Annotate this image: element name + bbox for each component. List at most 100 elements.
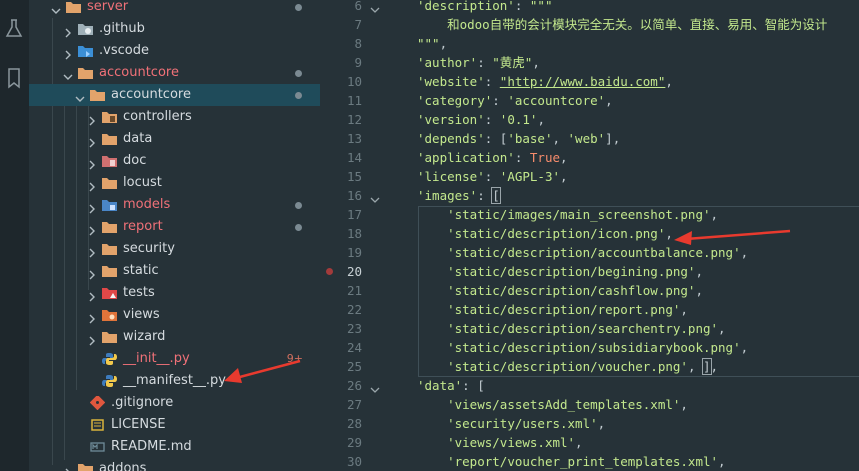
line-number: 13 xyxy=(346,131,362,146)
chevron-down-icon[interactable] xyxy=(75,90,85,102)
tree-item[interactable]: locust xyxy=(29,172,320,194)
code-line[interactable]: 10 'website': "http://www.baidu.com", xyxy=(320,72,859,91)
line-number: 7 xyxy=(354,17,362,32)
chevron-right-icon[interactable] xyxy=(63,464,73,471)
code-token: , xyxy=(665,74,673,89)
code-line[interactable]: 28 'security/users.xml', xyxy=(320,414,859,433)
beaker-icon[interactable] xyxy=(4,18,24,40)
chevron-right-icon[interactable] xyxy=(87,310,97,324)
code-line[interactable]: 6 'description': """ xyxy=(320,0,859,15)
code-token: , xyxy=(605,93,613,108)
tree-item-label: .github xyxy=(99,21,145,36)
tree-item[interactable]: wizard xyxy=(29,326,320,348)
code-line[interactable]: 20 'static/description/begining.png', xyxy=(320,262,859,281)
tree-item[interactable]: tests xyxy=(29,282,320,304)
tree-item[interactable]: controllers xyxy=(29,106,320,128)
code-line[interactable]: 17 'static/images/main_screenshot.png', xyxy=(320,205,859,224)
chevron-right-icon[interactable] xyxy=(63,46,73,60)
tree-item[interactable]: accountcore xyxy=(29,84,320,106)
chevron-right-icon[interactable] xyxy=(87,178,97,192)
code-text: 'views/views.xml', xyxy=(417,433,582,452)
chevron-right-icon[interactable] xyxy=(87,288,97,302)
code-text: 'category': 'accountcore', xyxy=(417,91,613,110)
chevron-down-icon[interactable] xyxy=(63,68,73,80)
code-line[interactable]: 30 'report/voucher_print_templates.xml', xyxy=(320,452,859,471)
tree-item[interactable]: LICENSE xyxy=(29,414,320,436)
code-text: 'version': '0.1', xyxy=(417,110,545,129)
code-token: : [ xyxy=(462,378,485,393)
tree-item[interactable]: data xyxy=(29,128,320,150)
tree-item[interactable]: .github xyxy=(29,18,320,40)
tree-item[interactable]: addons xyxy=(29,458,320,471)
code-line[interactable]: 12 'version': '0.1', xyxy=(320,110,859,129)
tree-item[interactable]: accountcore xyxy=(29,62,320,84)
tree-item[interactable]: views xyxy=(29,304,320,326)
git-file-icon xyxy=(89,394,106,411)
code-token: 'description' xyxy=(417,0,515,13)
bookmark-icon[interactable] xyxy=(4,67,24,89)
code-text: 'static/images/main_screenshot.png', xyxy=(417,205,718,224)
tree-item[interactable]: README.md xyxy=(29,436,320,458)
chevron-right-icon[interactable] xyxy=(87,222,97,236)
tree-item[interactable]: static xyxy=(29,260,320,282)
code-text: 'application': True, xyxy=(417,148,568,167)
tree-item[interactable]: doc xyxy=(29,150,320,172)
tree-item[interactable]: .vscode xyxy=(29,40,320,62)
chevron-right-icon[interactable] xyxy=(87,332,97,346)
code-line[interactable]: 13 'depends': ['base', 'web'], xyxy=(320,129,859,148)
code-token: "http://www.baidu.com" xyxy=(499,74,666,89)
code-token: '0.1' xyxy=(499,112,538,127)
chevron-down-icon[interactable] xyxy=(51,2,61,14)
tree-item[interactable]: .gitignore xyxy=(29,392,320,414)
code-token: 'static/description/voucher.png' xyxy=(447,359,688,374)
code-line[interactable]: 9 'author': "黄虎", xyxy=(320,53,859,72)
fold-chevron-icon[interactable] xyxy=(370,191,380,203)
code-token: 'license' xyxy=(417,169,485,184)
tree-item[interactable]: models xyxy=(29,194,320,216)
code-line[interactable]: 16 'images': [ xyxy=(320,186,859,205)
code-line[interactable]: 23 'static/description/searchentry.png', xyxy=(320,319,859,338)
code-text: 'static/description/voucher.png', ], xyxy=(417,357,718,376)
code-line[interactable]: 22 'static/description/report.png', xyxy=(320,300,859,319)
chevron-right-icon[interactable] xyxy=(87,156,97,170)
code-line[interactable]: 11 'category': 'accountcore', xyxy=(320,91,859,110)
code-token: 'images' xyxy=(417,188,478,203)
code-line[interactable]: 14 'application': True, xyxy=(320,148,859,167)
code-line[interactable]: 26 'data': [ xyxy=(320,376,859,395)
code-line[interactable]: 25 'static/description/voucher.png', ], xyxy=(320,357,859,376)
code-line[interactable]: 24 'static/description/subsidiarybook.pn… xyxy=(320,338,859,357)
code-line[interactable]: 7 和odoo自带的会计模块完全无关。以简单、直接、易用、智能为设计 xyxy=(320,15,859,34)
code-token: , xyxy=(740,340,749,355)
breakpoint-dot[interactable] xyxy=(326,268,333,275)
code-line[interactable]: 27 'views/assetsAdd_templates.xml', xyxy=(320,395,859,414)
tree-item[interactable]: server xyxy=(29,0,320,18)
code-line[interactable]: 21 'static/description/cashflow.png', xyxy=(320,281,859,300)
tree-item[interactable]: report xyxy=(29,216,320,238)
chevron-right-icon[interactable] xyxy=(87,266,97,280)
code-line[interactable]: 15 'license': 'AGPL-3', xyxy=(320,167,859,186)
code-token: 和odoo自带的会计模块完全无关。以简单、直接、易用、智能为设计 xyxy=(417,17,828,32)
tree-item-label: .vscode xyxy=(99,43,149,58)
chevron-right-icon[interactable] xyxy=(63,24,73,38)
annotation-arrow-icon xyxy=(674,229,791,245)
fold-chevron-icon[interactable] xyxy=(370,1,380,13)
code-token: ] xyxy=(702,358,712,375)
line-number: 14 xyxy=(346,150,362,165)
chevron-right-icon[interactable] xyxy=(87,134,97,148)
folder-icon xyxy=(102,330,117,344)
code-text: 'license': 'AGPL-3', xyxy=(417,167,568,186)
chevron-right-icon[interactable] xyxy=(87,244,97,258)
line-number: 15 xyxy=(346,169,362,184)
code-token: : [ xyxy=(484,131,508,146)
fold-chevron-icon[interactable] xyxy=(370,381,380,393)
code-text: 'website': "http://www.baidu.com", xyxy=(417,72,673,91)
chevron-right-icon[interactable] xyxy=(87,200,97,214)
code-line[interactable]: 29 'views/views.xml', xyxy=(320,433,859,452)
code-line[interactable]: 8 """, xyxy=(320,34,859,53)
chevron-right-icon[interactable] xyxy=(87,112,97,126)
tree-item[interactable]: security xyxy=(29,238,320,260)
tree-item-label: server xyxy=(87,0,129,14)
